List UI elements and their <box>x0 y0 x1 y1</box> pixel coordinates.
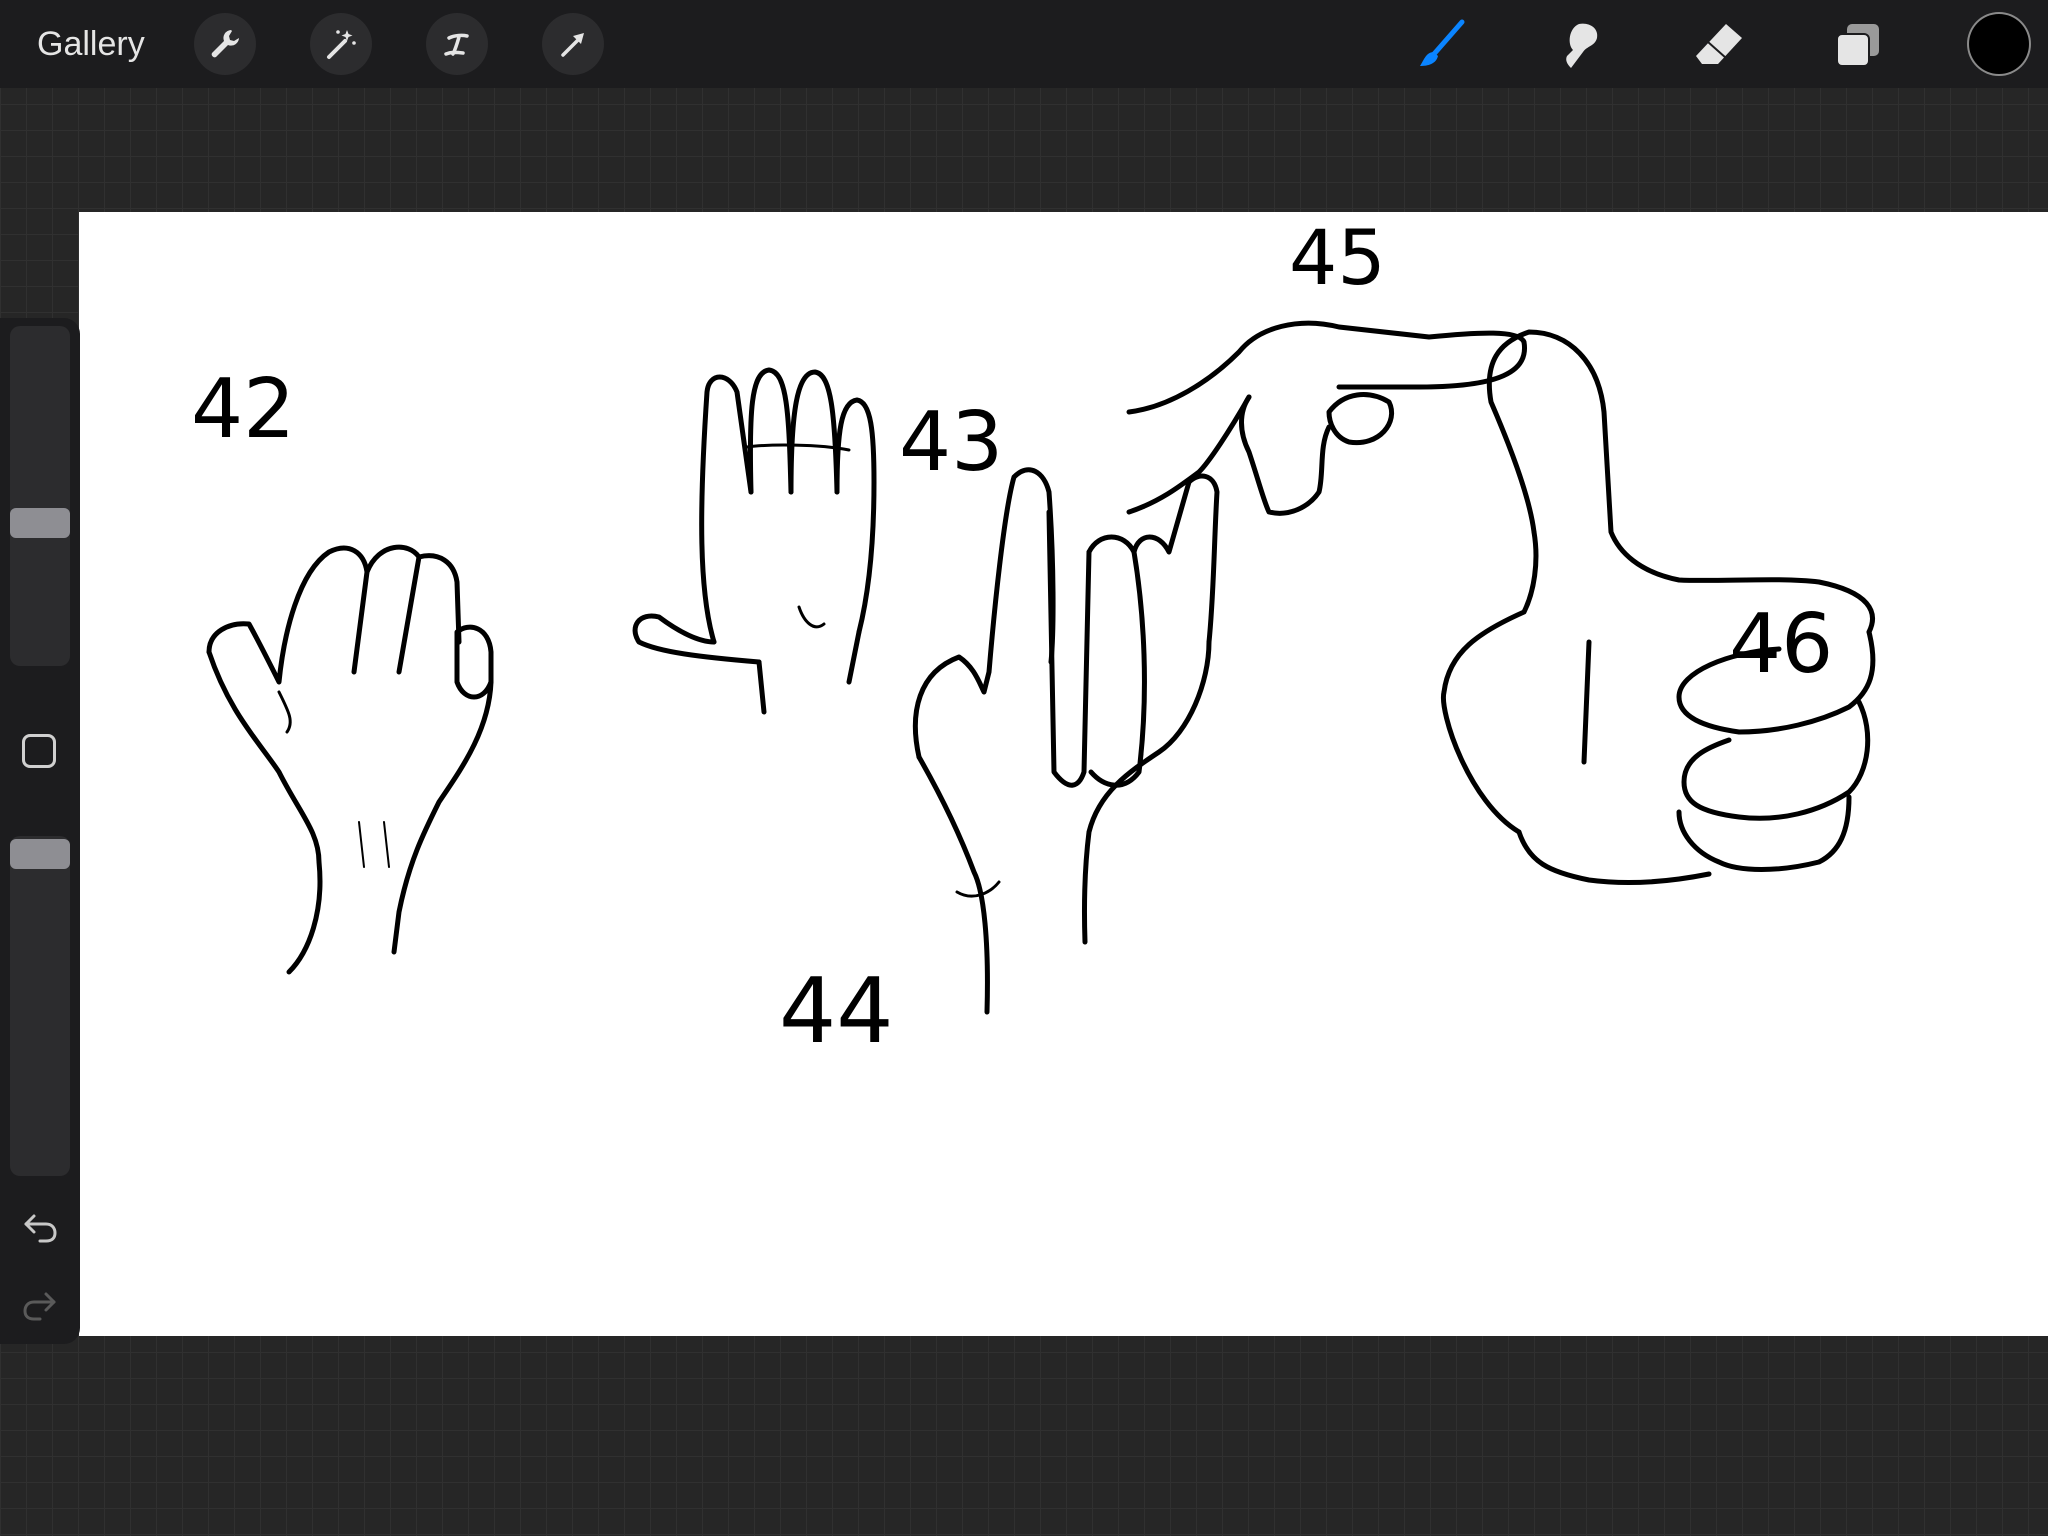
sketch-hand-46: 46 <box>1440 329 1876 885</box>
brush-icon <box>1420 19 1465 66</box>
smudge-button[interactable] <box>1549 14 1611 76</box>
gallery-button[interactable]: Gallery <box>37 22 145 66</box>
top-toolbar: Gallery <box>0 0 2048 88</box>
transform-arrow-icon <box>561 33 584 57</box>
brush-button[interactable] <box>1410 14 1472 76</box>
sketch-label-45: 45 <box>1289 213 1386 302</box>
color-picker-button[interactable] <box>1969 14 2029 74</box>
hand-sketches: 42 43 44 45 46 <box>191 213 1876 1064</box>
layers-button[interactable] <box>1827 14 1889 76</box>
selection-icon <box>444 33 469 56</box>
drawing-canvas[interactable]: 42 43 44 45 46 <box>79 212 2048 1336</box>
sketch-hand-44: 44 <box>779 467 1220 1064</box>
sketch-label-43: 43 <box>899 395 1003 490</box>
sketch-label-46: 46 <box>1729 597 1833 692</box>
left-sidebar <box>0 318 80 1344</box>
sketch-label-44: 44 <box>779 959 894 1064</box>
smudge-icon <box>1566 23 1598 68</box>
sketch-hand-42: 42 <box>191 362 494 975</box>
layers-icon <box>1836 24 1879 67</box>
sketch-hand-45: 45 <box>1126 213 1528 516</box>
adjustments-button[interactable] <box>310 13 372 75</box>
eraser-icon <box>1696 24 1742 64</box>
opacity-slider[interactable] <box>10 836 70 1176</box>
selection-button[interactable] <box>426 13 488 75</box>
brush-size-thumb[interactable] <box>10 508 70 538</box>
redo-icon[interactable] <box>20 1284 60 1324</box>
sketch-label-42: 42 <box>191 362 295 457</box>
wrench-icon <box>211 30 239 58</box>
eraser-button[interactable] <box>1688 14 1750 76</box>
actions-button[interactable] <box>194 13 256 75</box>
magic-wand-icon <box>327 30 356 59</box>
modify-square-icon[interactable] <box>22 734 56 768</box>
brush-size-slider[interactable] <box>10 326 70 666</box>
undo-icon[interactable] <box>20 1206 60 1246</box>
transform-button[interactable] <box>542 13 604 75</box>
opacity-thumb[interactable] <box>10 839 70 869</box>
